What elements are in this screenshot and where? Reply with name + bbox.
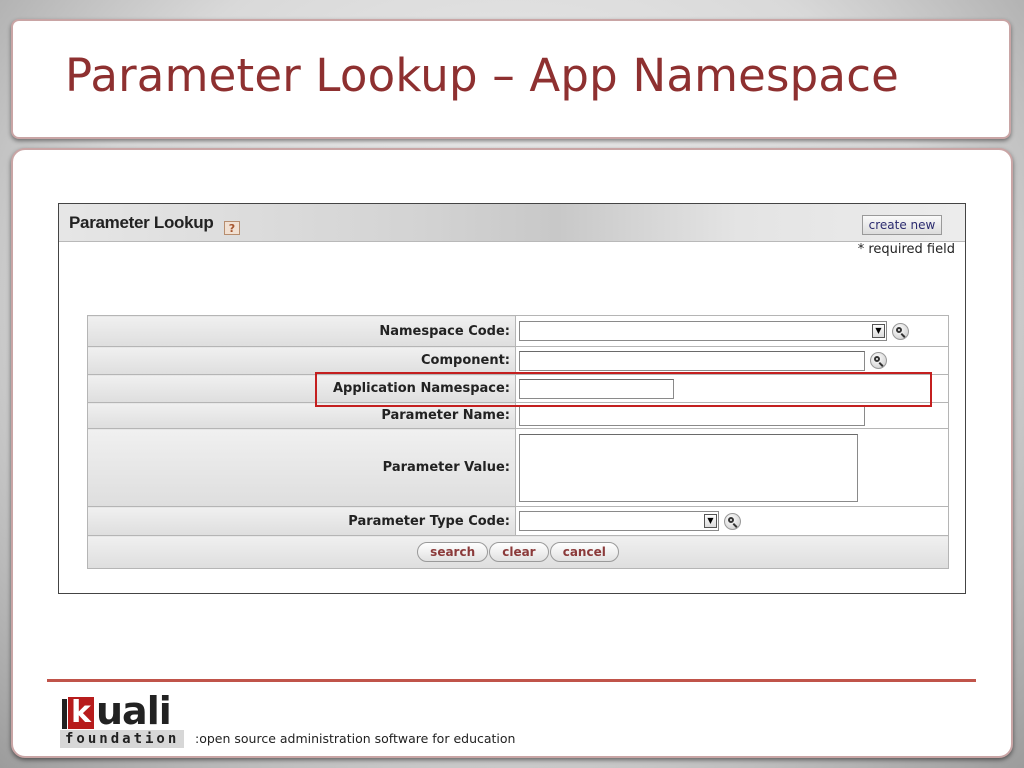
table-row: Component:	[87, 346, 949, 375]
logo-foundation: foundation	[60, 730, 185, 748]
namespace-code-select[interactable]: ▼	[519, 321, 887, 342]
table-row: Parameter Value:	[87, 428, 949, 507]
field-label-namespace-code: Namespace Code:	[87, 315, 516, 347]
field-cell-parameter-value	[515, 428, 949, 507]
panel-title: Parameter Lookup	[69, 213, 214, 232]
logo-word: uali	[96, 689, 172, 733]
field-cell-component	[515, 346, 949, 375]
dropdown-arrow-icon: ▼	[704, 514, 717, 529]
clear-button[interactable]: clear	[489, 542, 549, 563]
logo-bar	[62, 699, 67, 729]
slide-title: Parameter Lookup – App Namespace	[65, 49, 900, 102]
magnifier-icon[interactable]	[892, 322, 909, 340]
required-field-note: * required field	[857, 242, 955, 257]
parameter-name-input[interactable]	[519, 405, 865, 426]
table-row: Parameter Type Code: ▼	[87, 506, 949, 536]
field-cell-parameter-type-code: ▼	[515, 506, 949, 536]
action-buttons-row: search clear cancel	[87, 535, 949, 569]
field-cell-namespace-code: ▼	[515, 315, 949, 347]
help-icon[interactable]: ?	[224, 221, 240, 235]
magnifier-icon[interactable]	[724, 512, 741, 530]
action-buttons-cell: search clear cancel	[87, 535, 949, 569]
table-row: Namespace Code: ▼	[87, 315, 949, 347]
parameter-value-textarea[interactable]	[519, 433, 858, 502]
panel-header: Parameter Lookup ? create new	[59, 204, 965, 242]
application-namespace-highlight	[315, 372, 932, 407]
lookup-criteria-table: Namespace Code: ▼ Component: Application…	[87, 315, 949, 569]
component-input[interactable]	[519, 350, 865, 371]
dropdown-arrow-icon: ▼	[872, 324, 885, 339]
magnifier-icon[interactable]	[870, 352, 887, 370]
search-button[interactable]: search	[417, 542, 489, 563]
logo-k: k	[68, 697, 94, 729]
create-new-button[interactable]: create new	[862, 215, 942, 235]
kuali-foundation-logo: k uali foundation :open source administr…	[60, 689, 530, 748]
cancel-button[interactable]: cancel	[549, 542, 619, 563]
parameter-type-code-select[interactable]: ▼	[519, 511, 719, 532]
field-label-parameter-type-code: Parameter Type Code:	[87, 506, 516, 536]
slide-title-box: Parameter Lookup – App Namespace	[11, 19, 1011, 139]
field-label-component: Component:	[87, 346, 516, 375]
footer-divider	[47, 679, 976, 682]
field-label-parameter-value: Parameter Value:	[87, 428, 516, 507]
logo-tagline: :open source administration software for…	[195, 731, 516, 746]
